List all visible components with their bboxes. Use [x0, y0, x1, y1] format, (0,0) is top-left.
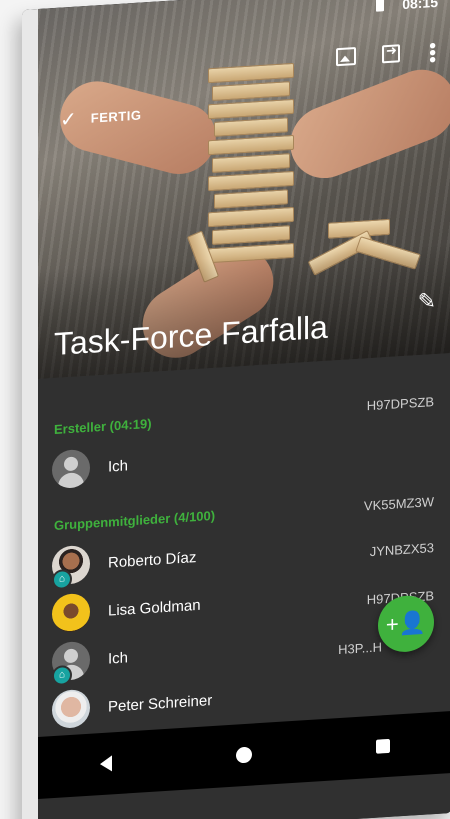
done-button[interactable]: ✓ FERTIG — [60, 102, 141, 132]
avatar — [52, 688, 90, 730]
tower-block — [212, 81, 290, 102]
battery-icon — [376, 0, 384, 12]
image-icon[interactable] — [336, 46, 356, 67]
recent-apps-icon[interactable] — [376, 738, 390, 754]
member-name: Ich — [108, 456, 129, 476]
member-name: Ich — [108, 648, 129, 668]
avatar — [52, 592, 90, 634]
screen: 08:15 ••• ✓ FERTIG Task-Force Farfalla ✎… — [38, 0, 450, 819]
creator-section-label: Ersteller (04:19) — [54, 415, 152, 437]
jenga-tower — [208, 62, 294, 278]
stage: 08:15 ••• ✓ FERTIG Task-Force Farfalla ✎… — [0, 0, 450, 819]
creator-section-code: H97DPSZB — [366, 394, 434, 414]
home-icon: ⌂ — [52, 664, 72, 687]
status-time: 08:15 — [402, 0, 438, 13]
back-icon[interactable] — [100, 755, 112, 773]
tower-block — [208, 170, 294, 192]
avatar — [52, 448, 90, 490]
tower-block — [214, 189, 288, 209]
phone-frame: 08:15 ••• ✓ FERTIG Task-Force Farfalla ✎… — [22, 0, 450, 819]
tower-block — [208, 206, 294, 228]
creator-row[interactable]: Ich — [52, 424, 438, 492]
tower-block — [212, 225, 290, 246]
edit-icon[interactable]: ✎ — [418, 288, 436, 315]
done-label: FERTIG — [90, 107, 142, 126]
tower-block — [214, 117, 288, 137]
members-section-code: VK55MZ3W — [363, 494, 434, 514]
check-icon: ✓ — [60, 108, 77, 132]
members-section-label: Gruppenmitglieder (4/100) — [54, 507, 216, 533]
member-name: Roberto Díaz — [108, 548, 197, 572]
member-name: Peter Schreiner — [108, 691, 213, 716]
more-options-icon[interactable]: ••• — [421, 42, 443, 64]
home-nav-icon[interactable] — [236, 746, 252, 764]
member-code: H3P...H — [338, 639, 382, 658]
tower-block — [212, 153, 290, 174]
tower-block — [208, 134, 294, 156]
member-name: Lisa Goldman — [108, 596, 201, 620]
add-person-icon: +👤 — [385, 609, 427, 638]
tower-block — [208, 98, 294, 120]
exit-icon[interactable] — [382, 44, 400, 64]
home-icon: ⌂ — [52, 568, 72, 591]
device-bezel — [22, 8, 38, 819]
